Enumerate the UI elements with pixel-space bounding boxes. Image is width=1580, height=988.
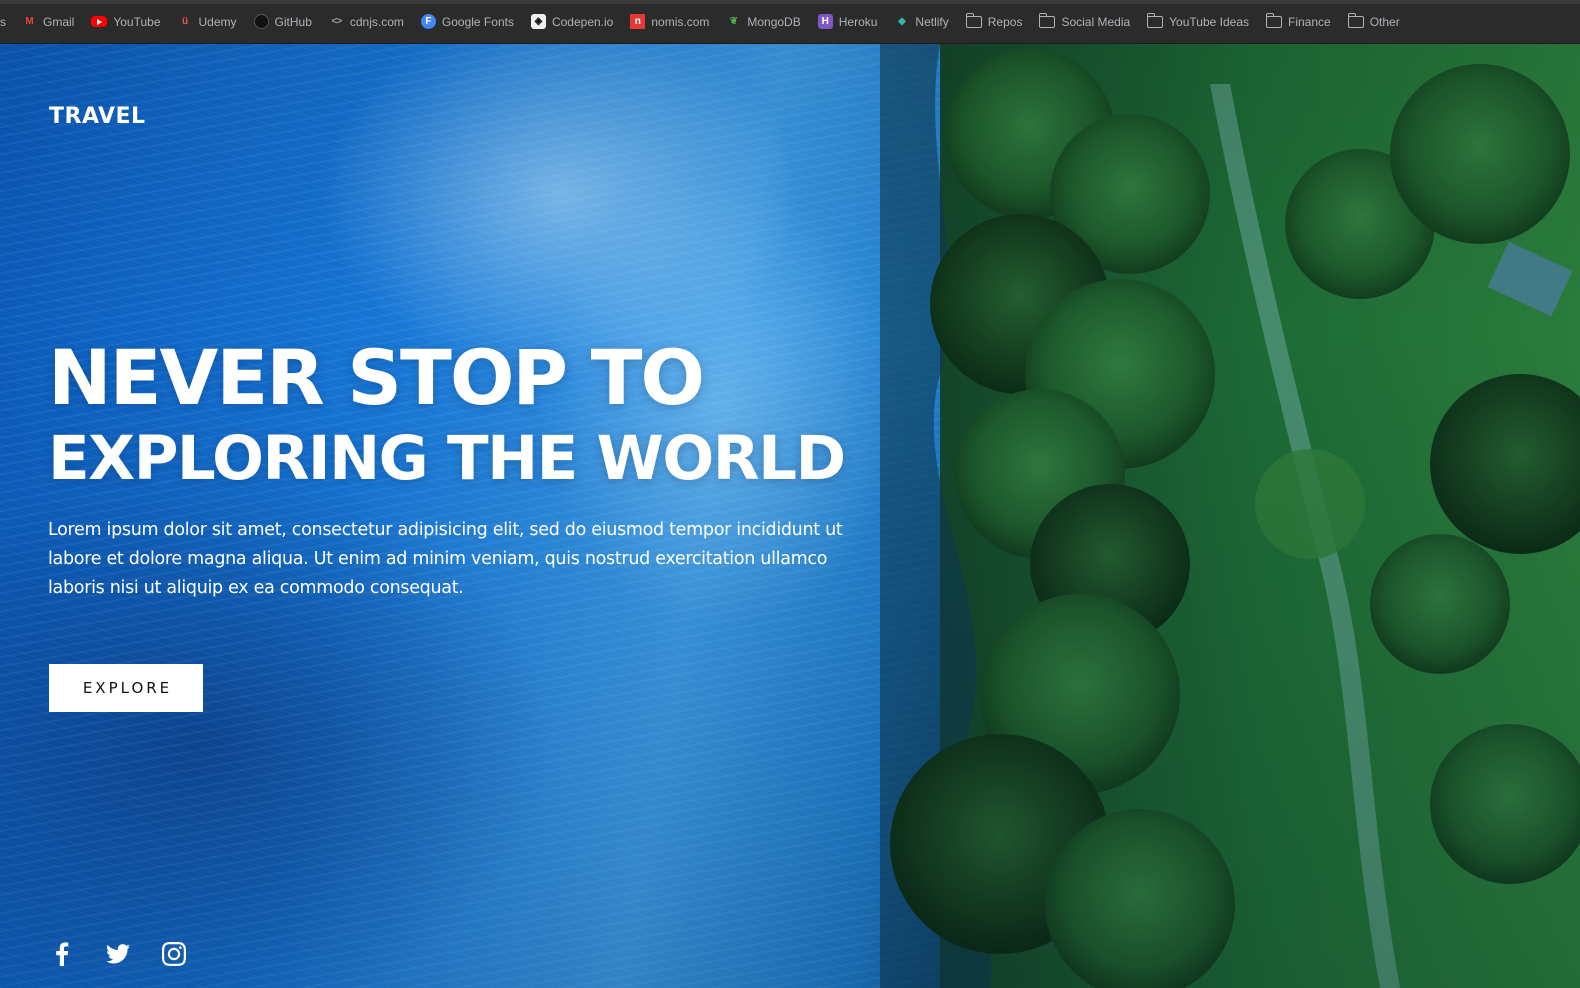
bookmark-google-fonts[interactable]: F Google Fonts <box>420 9 514 35</box>
instagram-icon <box>162 942 186 966</box>
bookmark-label: nomis.com <box>651 14 710 29</box>
bookmark-folder-repos[interactable]: Repos <box>965 9 1023 35</box>
bookmark-gmail[interactable]: M Gmail <box>22 9 74 35</box>
hero-paragraph: Lorem ipsum dolor sit amet, consectetur … <box>48 520 843 598</box>
explore-button[interactable]: EXPLORE <box>49 664 203 712</box>
netlify-icon: ◆ <box>898 15 906 27</box>
hero-headline: NEVER STOP TO EXPLORING THE WORLD <box>48 333 846 494</box>
bookmark-label: Finance <box>1288 14 1331 29</box>
bookmark-heroku[interactable]: H Heroku <box>817 9 878 35</box>
folder-icon <box>1347 12 1364 28</box>
instagram-link[interactable] <box>162 942 186 966</box>
bookmark-label: MongoDB <box>747 14 801 29</box>
folder-icon <box>1039 12 1056 28</box>
gmail-icon: M <box>25 15 34 27</box>
bookmark-nomis[interactable]: n nomis.com <box>630 9 709 35</box>
folder-icon <box>1266 12 1283 28</box>
google-fonts-icon: F <box>420 14 436 29</box>
github-icon <box>253 14 269 29</box>
bookmark-udemy[interactable]: ü Udemy <box>178 9 237 35</box>
brand-logo[interactable]: TRAVEL <box>49 104 146 129</box>
bookmark-youtube[interactable]: YouTube <box>91 9 161 35</box>
bookmark-label: Netlify <box>915 14 949 29</box>
bookmark-label: Google Fonts <box>441 14 514 29</box>
nomis-icon: n <box>630 14 646 29</box>
bookmark-folder-other[interactable]: Other <box>1347 9 1400 35</box>
bookmark-truncated-item[interactable]: s <box>0 15 8 29</box>
folder-icon <box>1147 12 1164 28</box>
bookmark-cdnjs[interactable]: <> cdnjs.com <box>329 9 404 35</box>
bookmark-label: YouTube Ideas <box>1169 14 1250 29</box>
facebook-icon <box>56 942 69 966</box>
headline-line-1: NEVER STOP TO <box>48 333 705 422</box>
bookmark-codepen[interactable]: ◈ Codepen.io <box>530 9 614 35</box>
hero-section: TRAVEL NEVER STOP TO EXPLORING THE WORLD… <box>0 44 1580 988</box>
bookmark-folder-youtube-ideas[interactable]: YouTube Ideas <box>1147 9 1249 35</box>
mongodb-leaf-icon: ❦ <box>729 15 739 27</box>
browser-frame: s M Gmail YouTube ü Udemy GitHub <> cdnj… <box>0 0 1580 988</box>
headline-line-2: EXPLORING THE WORLD <box>48 423 846 494</box>
bookmark-label: Social Media <box>1061 14 1131 29</box>
bookmark-folder-finance[interactable]: Finance <box>1266 9 1331 35</box>
bookmark-netlify[interactable]: ◆ Netlify <box>894 9 949 35</box>
heroku-icon: H <box>817 14 833 29</box>
tab-strip-edge <box>0 0 1580 4</box>
youtube-icon <box>91 16 108 27</box>
code-brackets-icon: <> <box>331 15 343 27</box>
codepen-icon: ◈ <box>530 14 546 29</box>
bookmark-label: Gmail <box>43 14 75 29</box>
twitter-icon <box>106 944 130 964</box>
twitter-link[interactable] <box>106 942 130 966</box>
bookmark-folder-social-media[interactable]: Social Media <box>1039 9 1130 35</box>
bookmark-label: YouTube <box>113 14 161 29</box>
bookmark-label: Codepen.io <box>551 14 614 29</box>
bookmark-mongodb[interactable]: ❦ MongoDB <box>726 9 801 35</box>
bookmarks-bar: s M Gmail YouTube ü Udemy GitHub <> cdnj… <box>0 0 1580 44</box>
bookmark-label: cdnjs.com <box>349 14 404 29</box>
facebook-link[interactable] <box>50 942 74 966</box>
bookmark-label: Repos <box>987 14 1023 29</box>
udemy-icon: ü <box>181 15 189 27</box>
bookmark-label: Other <box>1369 14 1400 29</box>
bookmark-label: Heroku <box>838 14 878 29</box>
bookmark-label: Udemy <box>198 14 237 29</box>
bookmark-github[interactable]: GitHub <box>253 9 312 35</box>
bookmark-label: GitHub <box>274 14 312 29</box>
social-links <box>50 942 218 966</box>
folder-icon <box>965 12 982 28</box>
